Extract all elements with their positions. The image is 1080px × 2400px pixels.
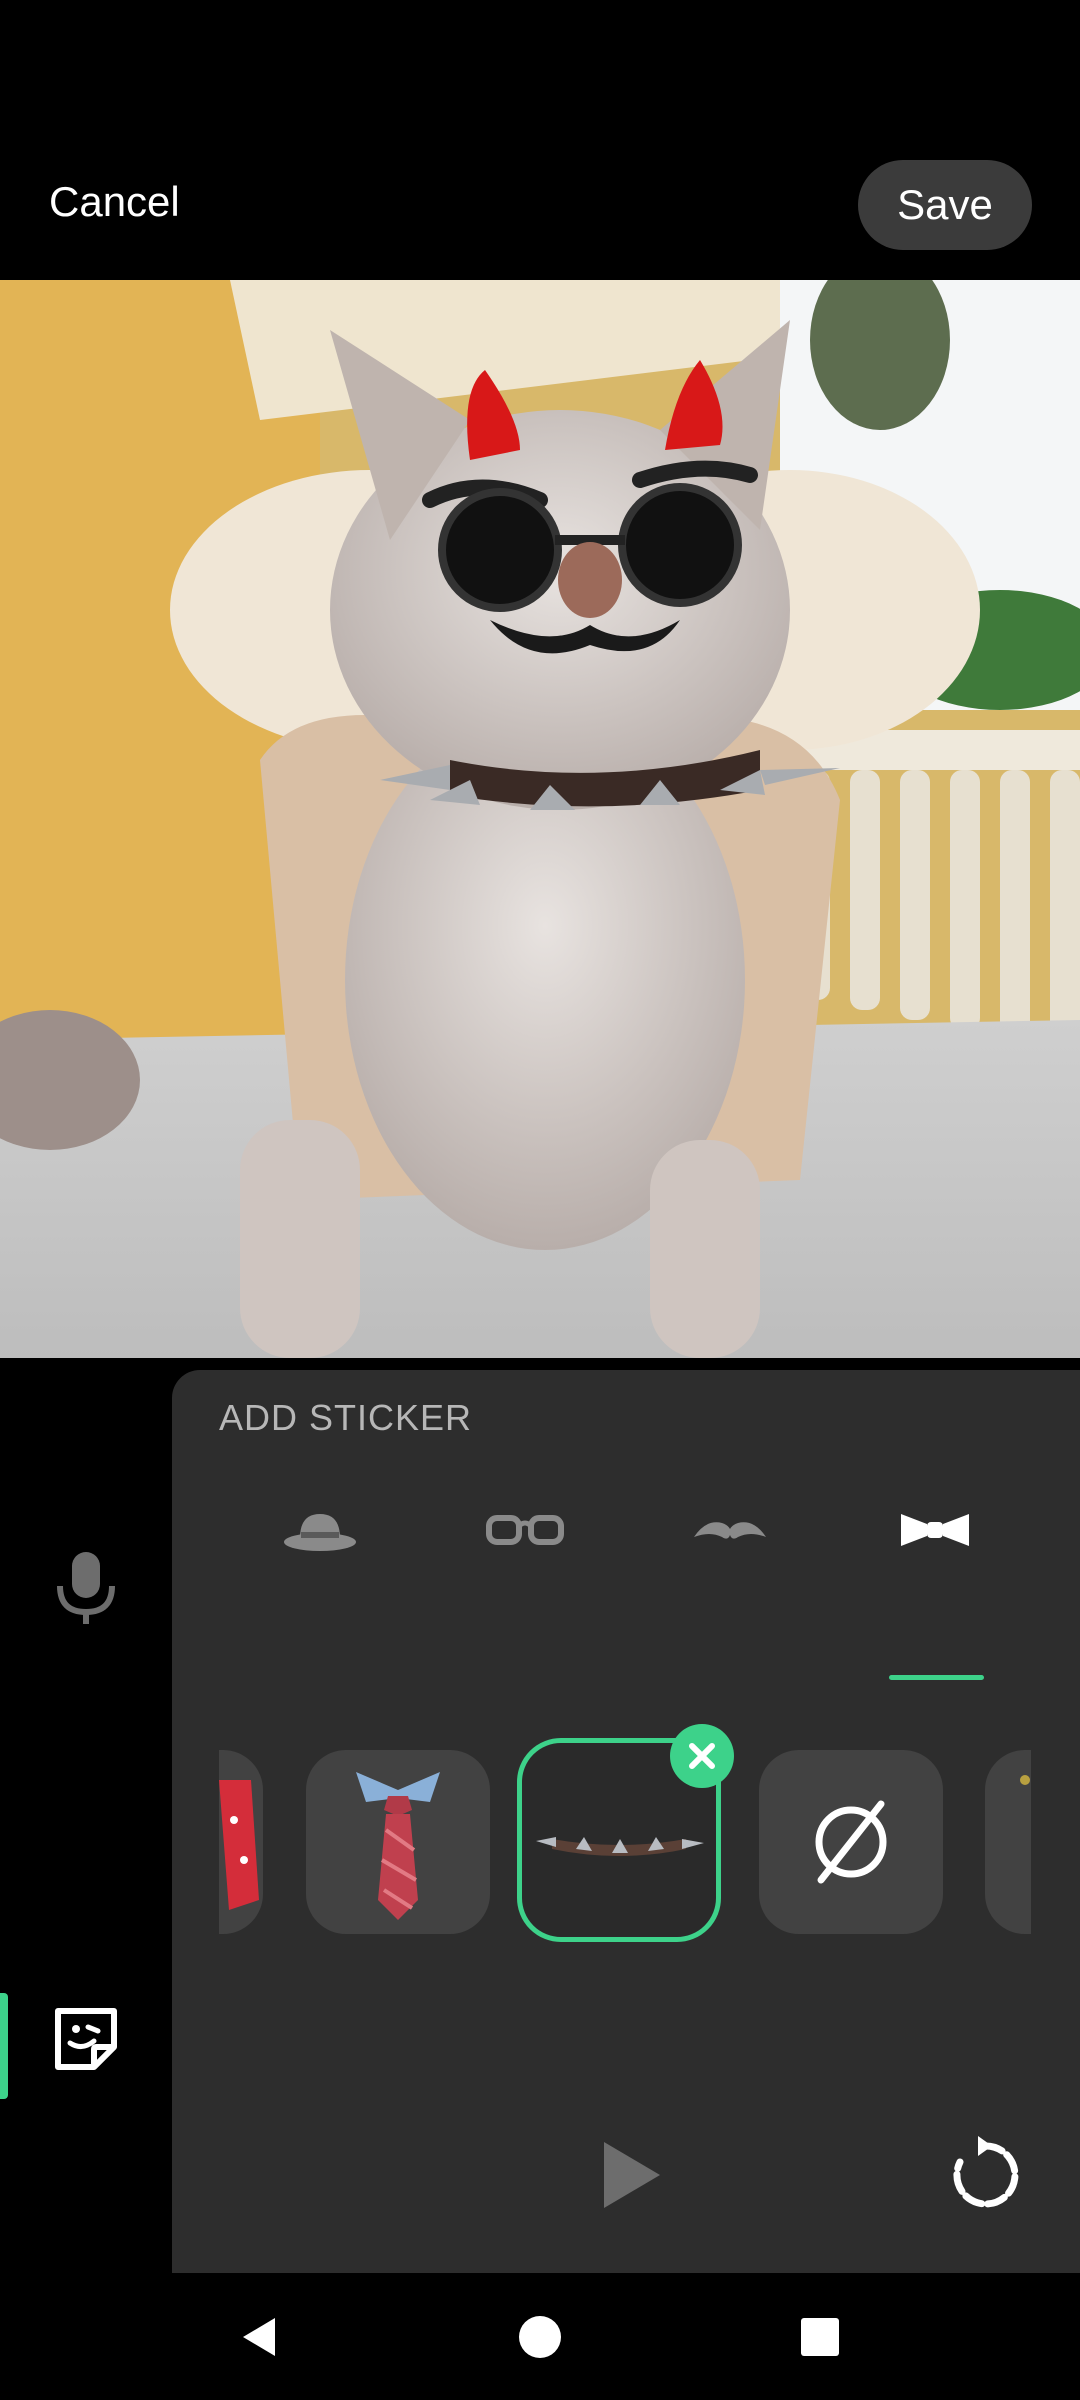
tab-mustaches[interactable] — [670, 1470, 790, 1590]
red-tie-icon — [219, 1780, 259, 1910]
sticker-item-red-tie[interactable] — [219, 1750, 263, 1934]
active-tool-indicator — [0, 1993, 8, 2099]
reset-icon — [953, 2136, 1019, 2208]
microphone-button[interactable] — [50, 1548, 122, 1633]
save-button[interactable]: Save — [858, 160, 1032, 250]
sticker-panel: ADD STICKER — [172, 1370, 1080, 2273]
sticker-tool-button[interactable] — [50, 2003, 122, 2080]
tab-hats[interactable] — [260, 1470, 380, 1590]
left-tool-rail — [0, 1358, 170, 2273]
partial-sticker-icon — [1020, 1775, 1030, 1785]
reset-button[interactable] — [942, 2132, 1028, 2218]
nav-back-button[interactable] — [200, 2273, 320, 2400]
sticker-tray — [219, 1738, 1031, 1958]
photo-preview — [0, 280, 1080, 1358]
nav-recents-button[interactable] — [760, 2273, 880, 2400]
necktie-icon — [356, 1772, 440, 1920]
selected-tab-underline — [889, 1675, 984, 1680]
microphone-icon — [57, 1552, 115, 1624]
sticker-item-none[interactable] — [759, 1750, 943, 1934]
play-button[interactable] — [582, 2130, 672, 2220]
home-circle-icon — [519, 2315, 561, 2358]
play-icon — [604, 2142, 660, 2208]
none-icon — [815, 1800, 887, 1884]
nav-home-button[interactable] — [480, 2273, 600, 2400]
sticker-item-partial[interactable] — [985, 1750, 1031, 1934]
close-icon — [689, 1743, 715, 1769]
system-nav-bar — [0, 2273, 1080, 2400]
remove-sticker-button[interactable] — [670, 1724, 734, 1788]
top-bar: Cancel Save — [0, 0, 1080, 280]
sticker-category-tabs — [172, 1470, 1080, 1680]
tab-bowties[interactable] — [875, 1470, 995, 1590]
tab-glasses[interactable] — [465, 1470, 585, 1590]
hat-icon — [284, 1514, 356, 1551]
glasses-icon — [486, 1515, 564, 1545]
cancel-button[interactable]: Cancel — [49, 178, 180, 226]
back-triangle-icon — [243, 2317, 275, 2356]
sticker-icon — [55, 2008, 117, 2070]
recents-square-icon — [801, 2317, 839, 2356]
panel-title: ADD STICKER — [219, 1397, 473, 1438]
sticker-item-necktie[interactable] — [306, 1750, 490, 1934]
bowtie-icon — [901, 1514, 969, 1546]
mustache-icon — [694, 1522, 766, 1539]
